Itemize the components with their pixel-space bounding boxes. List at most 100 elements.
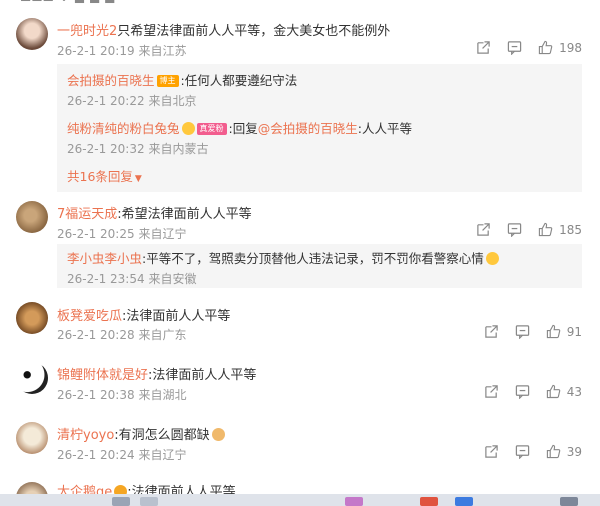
dog-emoji-icon (211, 428, 225, 441)
username-link[interactable]: 板凳爱吃瓜 (57, 309, 122, 324)
caret-down-icon: ▼ (134, 174, 142, 184)
reply-time: 26-2-1 20:32 (67, 142, 145, 156)
reply-meta: 26-2-1 20:22 来自北京 (67, 92, 196, 109)
taskbar-app-icon[interactable] (345, 497, 363, 506)
comment-meta: 26-2-1 20:38 来自湖北 (57, 386, 186, 403)
taskbar-app-icon[interactable] (112, 497, 130, 506)
user-avatar[interactable] (16, 362, 48, 394)
comment-time: 26-2-1 20:38 (57, 388, 135, 402)
taskbar-app-icon[interactable] (455, 497, 473, 506)
comment-text: :法律面前人人平等 (127, 485, 236, 494)
like-button[interactable]: 198 (538, 40, 582, 55)
user-avatar[interactable] (16, 302, 48, 334)
comment-time: 26-2-1 20:24 (57, 448, 135, 462)
reply-location: 来自北京 (148, 94, 197, 108)
comment-meta: 26-2-1 20:19 来自江苏 (57, 42, 186, 59)
comment-item: 一兜时光2只希望法律面前人人平等，金大美女也不能例外 26-2-1 20:19 … (0, 14, 600, 214)
comment-icon[interactable] (507, 222, 522, 237)
comment-actions: 185 (476, 222, 582, 237)
like-button[interactable]: 43 (546, 384, 582, 399)
comment-location: 来自辽宁 (138, 227, 187, 241)
reply-time: 26-2-1 23:54 (67, 272, 145, 286)
reply-text-continued: :人人平等 (357, 121, 412, 136)
like-count: 39 (566, 444, 582, 459)
share-icon[interactable] (484, 444, 499, 459)
thumbs-up-icon (546, 324, 561, 339)
reply-username-link[interactable]: 李小虫李小虫 (67, 251, 142, 266)
reply-meta: 26-2-1 23:54 来自安徽 (67, 270, 196, 287)
comment-meta: 26-2-1 20:25 来自辽宁 (57, 225, 186, 242)
previous-comment-cutoff: ▬▬▬・ ▬ ▬ ▬ (20, 0, 116, 7)
reply-username-link[interactable]: 纯粉清纯的粉白兔兔 (67, 121, 180, 136)
comment-text-line: 清柠yoyo:有洞怎么圆都缺 (57, 424, 225, 443)
comment-text-line: 板凳爱吃瓜:法律面前人人平等 (57, 305, 230, 324)
like-button[interactable]: 39 (546, 444, 582, 459)
reply-time: 26-2-1 20:22 (67, 94, 145, 108)
more-replies-label: 共16条回复 (67, 169, 133, 184)
reply-meta: 26-2-1 20:32 来自内蒙古 (67, 140, 208, 157)
comment-item: 7福运天成:希望法律面前人人平等 26-2-1 20:25 来自辽宁 185 李… (0, 197, 600, 293)
share-icon[interactable] (484, 384, 499, 399)
username-link[interactable]: 锦鲤附体就是好 (57, 368, 148, 383)
reply-box: 李小虫李小虫:平等不了，驾照卖分顶替他人违法记录，罚不罚你看警察心情 26-2-… (57, 244, 582, 288)
reply-box: 会拍摄的百晓生 博主:任何人都要遵纪守法 26-2-1 20:22 来自北京 纯粉… (57, 64, 582, 192)
comment-location: 来自广东 (138, 328, 187, 342)
comment-location: 来自辽宁 (138, 448, 187, 462)
taskbar-app-icon[interactable] (560, 497, 578, 506)
comment-text: :希望法律面前人人平等 (117, 207, 252, 222)
crown-emoji-icon (114, 485, 128, 494)
blogger-badge: 博主 (156, 75, 179, 87)
like-count: 91 (566, 324, 582, 339)
comment-text: :有洞怎么圆都缺 (114, 428, 210, 443)
comment-text: :法律面前人人平等 (122, 309, 231, 324)
comment-icon[interactable] (507, 40, 522, 55)
thumbs-up-icon (538, 40, 553, 55)
true-fan-badge: 真爱粉 (196, 123, 227, 135)
comment-text-line: 大企鹅ge :法律面前人人平等 (57, 481, 236, 494)
comment-text-line: 锦鲤附体就是好:法律面前人人平等 (57, 364, 256, 383)
comment-icon[interactable] (515, 444, 530, 459)
like-count: 185 (559, 222, 582, 237)
reply-username-link[interactable]: 会拍摄的百晓生 (67, 73, 155, 88)
thumbs-up-icon (546, 444, 561, 459)
like-button[interactable]: 185 (538, 222, 582, 237)
thumbs-up-icon (546, 384, 561, 399)
comment-item: 清柠yoyo:有洞怎么圆都缺 26-2-1 20:24 来自辽宁 39 (0, 420, 600, 470)
comment-location: 来自湖北 (138, 388, 187, 402)
comment-actions: 39 (484, 444, 582, 459)
username-link[interactable]: 7福运天成 (57, 207, 117, 222)
username-link[interactable]: 清柠yoyo (57, 428, 114, 443)
reply-location: 来自安徽 (148, 272, 197, 286)
comment-text: 只希望法律面前人人平等，金大美女也不能例外 (117, 24, 391, 39)
comment-item: 大企鹅ge :法律面前人人平等 (0, 478, 600, 494)
user-avatar[interactable] (16, 18, 48, 50)
username-link[interactable]: 一兜时光2 (57, 24, 117, 39)
more-replies-link[interactable]: 共16条回复 ▼ (67, 166, 142, 185)
like-count: 198 (559, 40, 582, 55)
comment-text: :法律面前人人平等 (148, 368, 257, 383)
like-count: 43 (566, 384, 582, 399)
user-avatar[interactable] (16, 482, 48, 494)
comment-actions: 198 (476, 40, 582, 55)
taskbar-app-icon[interactable] (420, 497, 438, 506)
comment-time: 26-2-1 20:25 (57, 227, 135, 241)
comment-actions: 43 (484, 384, 582, 399)
comment-actions: 91 (484, 324, 582, 339)
like-button[interactable]: 91 (546, 324, 582, 339)
mention-link[interactable]: @会拍摄的百晓生 (258, 121, 358, 136)
reply-text: :平等不了，驾照卖分顶替他人违法记录，罚不罚你看警察心情 (142, 251, 484, 266)
taskbar-app-icon[interactable] (140, 497, 158, 506)
user-avatar[interactable] (16, 201, 48, 233)
comment-icon[interactable] (515, 324, 530, 339)
reply-text: :任何人都要遵纪守法 (180, 73, 298, 88)
share-icon[interactable] (476, 222, 491, 237)
share-icon[interactable] (484, 324, 499, 339)
username-link[interactable]: 大企鹅ge (57, 485, 112, 494)
share-icon[interactable] (476, 40, 491, 55)
comment-time: 26-2-1 20:19 (57, 44, 135, 58)
comment-meta: 26-2-1 20:28 来自广东 (57, 326, 186, 343)
comment-icon[interactable] (515, 384, 530, 399)
user-avatar[interactable] (16, 422, 48, 454)
reply-line: 李小虫李小虫:平等不了，驾照卖分顶替他人违法记录，罚不罚你看警察心情 (67, 248, 499, 267)
comment-location: 来自江苏 (138, 44, 187, 58)
